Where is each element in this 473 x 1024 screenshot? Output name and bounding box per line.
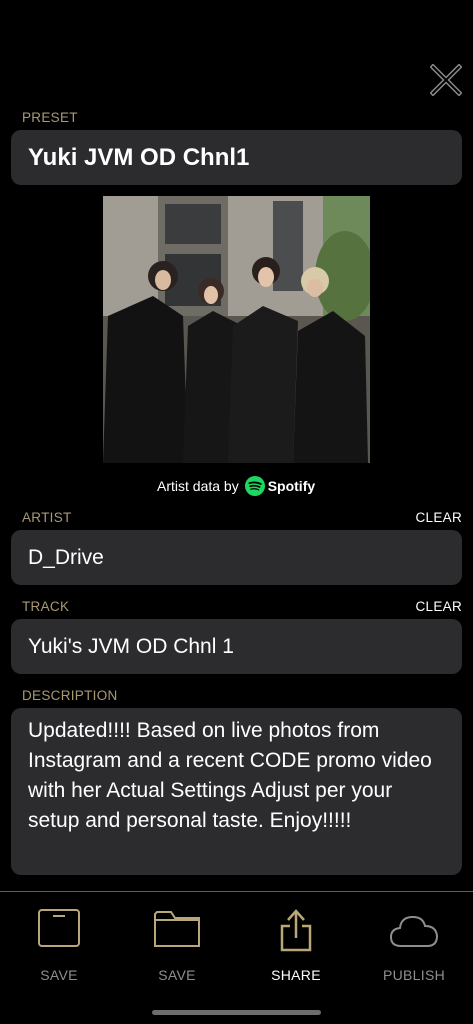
folder-icon <box>154 911 200 947</box>
description-label: DESCRIPTION <box>22 688 118 703</box>
close-icon <box>429 63 463 97</box>
save-folder-label: SAVE <box>158 967 196 983</box>
spotify-wordmark: Spotify <box>267 478 316 494</box>
artist-field[interactable]: D_Drive <box>11 530 462 585</box>
save-label: SAVE <box>40 967 78 983</box>
spotify-logo: Spotify <box>244 476 316 496</box>
description-field[interactable]: Updated!!!! Based on live photos from In… <box>11 708 462 875</box>
spotify-icon <box>244 476 265 496</box>
share-icon <box>280 909 312 952</box>
cloud-icon <box>389 915 439 947</box>
share-label: SHARE <box>271 967 321 983</box>
home-indicator[interactable] <box>152 1010 321 1015</box>
bottom-toolbar: SAVE SAVE SHARE PUBLISH <box>0 892 473 1024</box>
artist-label: ARTIST <box>22 510 72 525</box>
close-button[interactable] <box>429 63 463 97</box>
artist-clear-button[interactable]: CLEAR <box>415 510 462 525</box>
publish-label: PUBLISH <box>382 967 445 983</box>
artist-photo <box>103 196 370 463</box>
publish-button[interactable]: PUBLISH <box>364 892 464 1002</box>
preset-name-field[interactable]: Yuki JVM OD Chnl1 <box>11 130 462 185</box>
artist-data-attribution: Artist data by Spotify <box>157 474 315 498</box>
save-folder-button[interactable]: SAVE <box>127 892 227 1002</box>
preset-label: PRESET <box>22 110 78 125</box>
track-field[interactable]: Yuki's JVM OD Chnl 1 <box>11 619 462 674</box>
share-button[interactable]: SHARE <box>246 892 346 1002</box>
save-button[interactable]: SAVE <box>9 892 109 1002</box>
attribution-text: Artist data by <box>157 478 239 494</box>
save-icon <box>38 909 80 947</box>
track-label: TRACK <box>22 599 70 614</box>
track-clear-button[interactable]: CLEAR <box>415 599 462 614</box>
